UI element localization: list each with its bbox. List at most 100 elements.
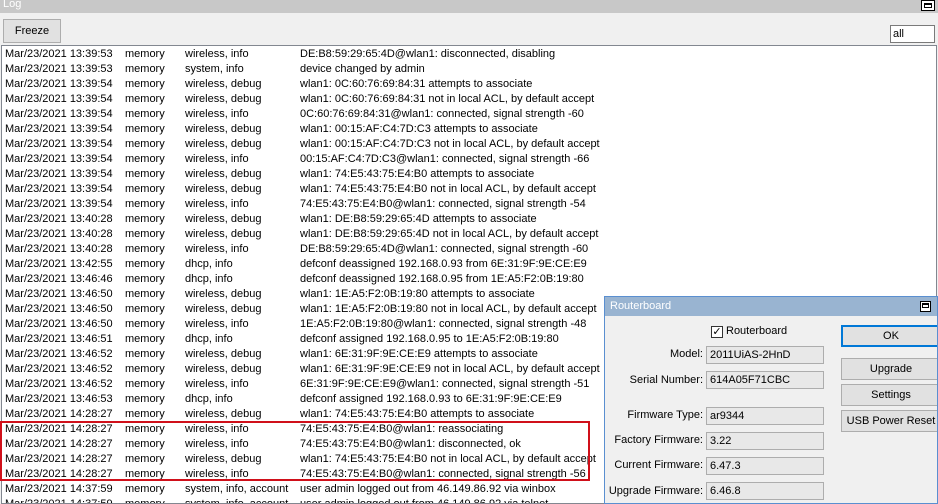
log-topics: wireless, info [185,468,249,480]
log-row[interactable]: Mar/23/2021 13:46:46 memory dhcp, info defc… [2,272,936,287]
window-title: Log [3,0,22,10]
log-buffer: memory [125,348,165,360]
log-message: wlan1: DE:B8:59:29:65:4D attempts to ass… [300,213,537,225]
log-message: defconf assigned 192.168.0.95 to 1E:A5:F… [300,333,559,345]
firmware-type-label: Firmware Type: [627,409,703,421]
window-titlebar: Log [0,0,938,13]
log-message: wlan1: DE:B8:59:29:65:4D not in local AC… [300,228,599,240]
log-topics: system, info [185,63,244,75]
log-time: Mar/23/2021 13:46:50 [5,288,113,300]
log-message: defconf assigned 192.168.0.93 to 6E:31:9… [300,393,562,405]
log-buffer: memory [125,258,165,270]
log-topics: wireless, info [185,108,249,120]
model-field[interactable]: 2011UiAS-2HnD [706,346,824,364]
log-topics: wireless, info [185,318,249,330]
log-row[interactable]: Mar/23/2021 13:39:54 memory wireless, info… [2,152,936,167]
log-buffer: memory [125,333,165,345]
log-row[interactable]: Mar/23/2021 13:39:54 memory wireless, debu… [2,122,936,137]
log-buffer: memory [125,273,165,285]
log-message: device changed by admin [300,63,425,75]
upgrade-button[interactable]: Upgrade [841,358,937,380]
firmware-type-field[interactable]: ar9344 [706,407,824,425]
log-topics: wireless, info [185,48,249,60]
log-buffer: memory [125,108,165,120]
log-time: Mar/23/2021 13:46:52 [5,363,113,375]
log-row[interactable]: Mar/23/2021 13:39:54 memory wireless, debu… [2,137,936,152]
ok-button[interactable]: OK [841,325,937,347]
log-time: Mar/23/2021 14:28:27 [5,423,113,435]
log-time: Mar/23/2021 13:46:50 [5,303,113,315]
log-time: Mar/23/2021 13:39:54 [5,168,113,180]
log-message: wlan1: 74:E5:43:75:E4:B0 attempts to ass… [300,168,535,180]
log-row[interactable]: Mar/23/2021 13:39:54 memory wireless, debu… [2,77,936,92]
log-time: Mar/23/2021 13:39:54 [5,153,113,165]
log-buffer: memory [125,303,165,315]
log-time: Mar/23/2021 13:39:54 [5,78,113,90]
log-row[interactable]: Mar/23/2021 13:39:53 memory wireless, info… [2,47,936,62]
log-message: wlan1: 74:E5:43:75:E4:B0 not in local AC… [300,453,596,465]
log-time: Mar/23/2021 13:46:53 [5,393,113,405]
log-buffer: memory [125,423,165,435]
log-row[interactable]: Mar/23/2021 13:39:54 memory wireless, info… [2,107,936,122]
current-firmware-label: Current Firmware: [614,459,703,471]
upgrade-firmware-field[interactable]: 6.46.8 [706,482,824,500]
log-message: 74:E5:43:75:E4:B0@wlan1: disconnected, o… [300,438,521,450]
dialog-titlebar: Routerboard [605,297,937,316]
log-topics: wireless, info [185,153,249,165]
log-topics: wireless, debug [185,138,262,150]
model-label: Model: [669,348,703,360]
log-buffer: memory [125,393,165,405]
log-time: Mar/23/2021 13:46:50 [5,318,113,330]
log-time: Mar/23/2021 14:28:27 [5,438,113,450]
log-message: 74:E5:43:75:E4:B0@wlan1: reassociating [300,423,504,435]
usb-power-reset-button[interactable]: USB Power Reset [841,410,937,432]
log-row[interactable]: Mar/23/2021 13:39:54 memory wireless, debu… [2,182,936,197]
log-message: defconf deassigned 192.168.0.95 from 1E:… [300,273,584,285]
maximize-icon[interactable] [920,301,931,312]
log-buffer: memory [125,138,165,150]
log-buffer: memory [125,153,165,165]
log-message: wlan1: 00:15:AF:C4:7D:C3 not in local AC… [300,138,600,150]
log-message: wlan1: 6E:31:9F:9E:CE:E9 not in local AC… [300,363,600,375]
log-buffer: memory [125,213,165,225]
log-topics: wireless, info [185,423,249,435]
freeze-button[interactable]: Freeze [3,19,61,43]
factory-firmware-field[interactable]: 3.22 [706,432,824,450]
log-topics: wireless, debug [185,348,262,360]
filter-select[interactable]: all [890,25,935,43]
log-time: Mar/23/2021 13:39:53 [5,63,113,75]
log-row[interactable]: Mar/23/2021 13:39:54 memory wireless, debu… [2,92,936,107]
log-message: 6E:31:9F:9E:CE:E9@wlan1: connected, sign… [300,378,590,390]
routerboard-dialog: Routerboard ✓ Routerboard Model: 2011UiA… [604,296,938,504]
log-buffer: memory [125,228,165,240]
routerboard-checkbox[interactable]: ✓ [711,326,723,338]
settings-button[interactable]: Settings [841,384,937,406]
log-message: wlan1: 0C:60:76:69:84:31 attempts to ass… [300,78,533,90]
serial-number-field[interactable]: 614A05F71CBC [706,371,824,389]
log-time: Mar/23/2021 14:28:27 [5,408,113,420]
log-message: wlan1: 1E:A5:F2:0B:19:80 attempts to ass… [300,288,535,300]
log-topics: dhcp, info [185,333,233,345]
log-buffer: memory [125,498,165,504]
log-row[interactable]: Mar/23/2021 13:40:28 memory wireless, debu… [2,227,936,242]
log-row[interactable]: Mar/23/2021 13:40:28 memory wireless, info… [2,242,936,257]
log-row[interactable]: Mar/23/2021 13:42:55 memory dhcp, info defc… [2,257,936,272]
log-topics: wireless, debug [185,453,262,465]
log-buffer: memory [125,183,165,195]
log-buffer: memory [125,93,165,105]
log-message: 74:E5:43:75:E4:B0@wlan1: connected, sign… [300,198,586,210]
log-topics: wireless, debug [185,93,262,105]
log-row[interactable]: Mar/23/2021 13:39:53 memory system, info de… [2,62,936,77]
log-message: 0C:60:76:69:84:31@wlan1: connected, sign… [300,108,584,120]
current-firmware-field[interactable]: 6.47.3 [706,457,824,475]
log-buffer: memory [125,438,165,450]
log-buffer: memory [125,483,165,495]
dialog-title: Routerboard [610,300,672,312]
log-row[interactable]: Mar/23/2021 13:39:54 memory wireless, debu… [2,167,936,182]
log-buffer: memory [125,408,165,420]
upgrade-firmware-label: Upgrade Firmware: [608,485,703,497]
log-topics: wireless, debug [185,168,262,180]
maximize-icon[interactable] [921,0,935,11]
log-row[interactable]: Mar/23/2021 13:40:28 memory wireless, debu… [2,212,936,227]
log-row[interactable]: Mar/23/2021 13:39:54 memory wireless, info… [2,197,936,212]
